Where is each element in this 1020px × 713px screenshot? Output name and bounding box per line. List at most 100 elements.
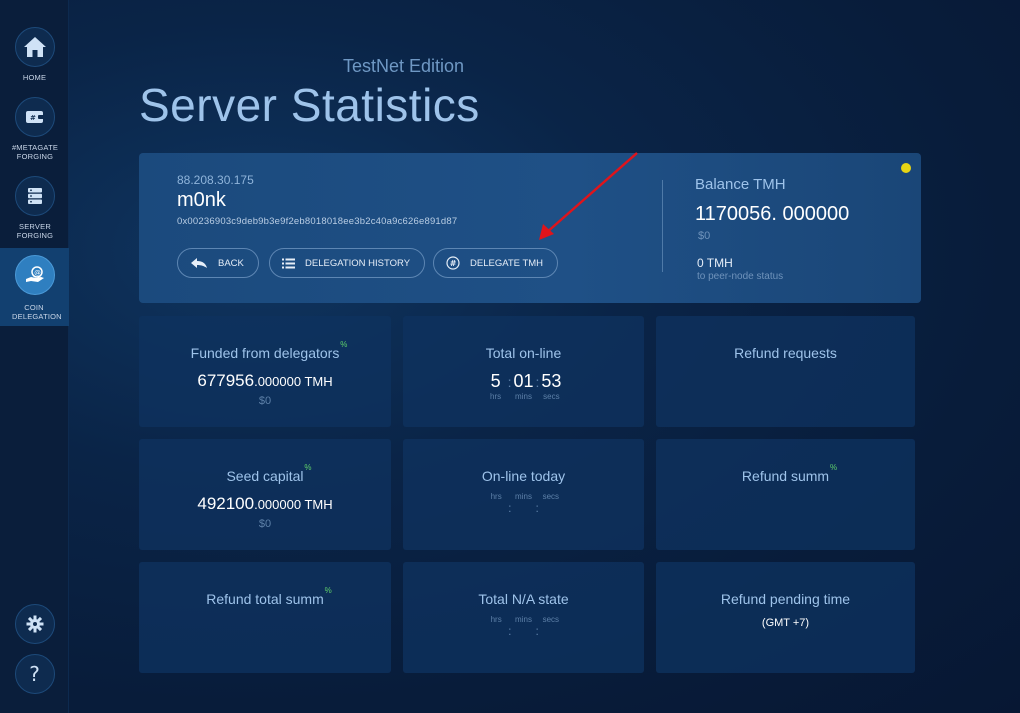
svg-text:#: # (450, 259, 457, 268)
balance-usd: $0 (698, 230, 711, 242)
status-indicator (901, 163, 911, 173)
home-icon-circle (14, 27, 55, 67)
tile-title: Refund total summ (206, 591, 324, 607)
seconds-label: secs (542, 615, 560, 624)
hours-label: hrs (490, 492, 502, 501)
timer-minutes: mins (512, 492, 536, 501)
tile-usd: $0 (258, 518, 272, 530)
timer-hours: hrs (484, 615, 508, 624)
minutes-value: 01 (513, 371, 534, 391)
amount-integer: 492100 (197, 494, 255, 513)
gear-icon (26, 615, 43, 633)
sidebar-item-metagate-forging[interactable]: # #METAGATE FORGING (0, 97, 69, 161)
timer-minutes: 01 mins (512, 371, 536, 401)
back-button-label: BACK (218, 257, 244, 269)
peer-node-label: to peer-node status (697, 271, 784, 282)
tile-title: Refund pending time (720, 591, 851, 607)
tile-funded-from-delegators: Funded from delegators% 677956.000000 TM… (139, 316, 391, 427)
timer-separator: : (535, 501, 539, 515)
hours-label: hrs (490, 392, 502, 401)
coin-hand-icon: @ (25, 266, 44, 282)
timer: hrs : mins : secs (403, 615, 644, 640)
tile-title-wrap: Funded from delegators% (191, 340, 348, 361)
coin-hand-icon-circle: @ (14, 255, 55, 295)
percent-mark: % (324, 586, 332, 595)
peer-node-value: 0 TMH (697, 256, 733, 270)
server-name: m0nk (177, 189, 226, 211)
server-icon (27, 188, 42, 204)
percent-mark: % (340, 340, 348, 349)
tile-total-na-state: Total N/A state hrs : mins : secs (403, 562, 644, 673)
timer-seconds: 53 secs (539, 371, 563, 401)
tile-title: Seed capital (226, 468, 304, 484)
timer-hours: hrs (484, 492, 508, 501)
balance-value: 1170056. 000000 (695, 203, 850, 225)
delegation-history-label: DELEGATION HISTORY (305, 257, 411, 269)
minutes-label: mins (515, 615, 532, 624)
question-icon: ? (29, 662, 40, 686)
page-title: Server Statistics (139, 79, 480, 131)
amount-integer: 677956 (197, 371, 255, 390)
list-icon (282, 258, 295, 269)
minutes-label: mins (515, 392, 532, 401)
delegate-tmh-button[interactable]: # DELEGATE TMH (433, 248, 559, 278)
hours-value: 5 (490, 371, 501, 391)
tile-amount: 677956.000000 TMH (139, 371, 391, 391)
edition-label: TestNet Edition (343, 56, 465, 76)
seconds-label: secs (542, 492, 560, 501)
sidebar-item-label: SERVER FORGING (16, 222, 54, 240)
sidebar: HOME # #METAGATE FORGING SERVER FORGING (0, 0, 69, 713)
timer: hrs : mins : secs (403, 492, 644, 517)
minutes-label: mins (515, 492, 532, 501)
tile-title: Total on-line (485, 345, 562, 361)
tile-title-wrap: Seed capital% (226, 463, 311, 484)
annotation-arrow (539, 152, 638, 240)
timer-seconds: secs (539, 615, 563, 624)
tile-amount: 492100.000000 TMH (139, 494, 391, 514)
tile-title: Refund requests (734, 345, 837, 361)
tile-refund-pending-time: Refund pending time (GMT +7) (656, 562, 915, 673)
tile-title: Total N/A state (478, 591, 569, 607)
server-ip: 88.208.30.175 (177, 173, 254, 187)
timer-hours: 5 hrs (484, 371, 508, 401)
timezone-label: (GMT +7) (761, 617, 810, 629)
amount-rest: .000000 TMH (254, 497, 333, 512)
amount-rest: .000000 TMH (254, 374, 333, 389)
tile-title-wrap: Refund summ% (741, 463, 837, 484)
sidebar-item-coin-delegation[interactable]: @ COIN DELEGATION (0, 248, 69, 326)
tile-seed-capital: Seed capital% 492100.000000 TMH $0 (139, 439, 391, 550)
sidebar-item-home[interactable]: HOME (0, 27, 69, 82)
home-icon (23, 37, 46, 57)
delegation-history-button[interactable]: DELEGATION HISTORY (269, 248, 426, 278)
svg-text:#: # (30, 114, 36, 122)
timer-seconds: secs (539, 492, 563, 501)
svg-text:@: @ (34, 269, 41, 277)
tile-total-online: Total on-line 5 hrs : 01 mins : 53 secs (403, 316, 644, 427)
back-arrow-icon (190, 257, 208, 269)
tile-usd: $0 (258, 395, 272, 407)
seconds-label: secs (543, 392, 560, 401)
settings-button[interactable] (0, 604, 69, 644)
sidebar-item-server-forging[interactable]: SERVER FORGING (0, 176, 69, 240)
sidebar-item-label: HOME (22, 73, 47, 82)
timer-separator: : (535, 624, 539, 638)
tile-title-wrap: Refund total summ% (206, 586, 332, 607)
percent-mark: % (829, 463, 838, 472)
timer-minutes: mins (512, 615, 536, 624)
delegate-tmh-label: DELEGATE TMH (470, 257, 544, 269)
timer-separator: : (508, 501, 512, 515)
tile-title: Refund summ (741, 468, 830, 484)
server-address: 0x00236903c9deb9b3e9f2eb8018018ee3b2c40a… (177, 216, 458, 227)
tile-title: On-line today (481, 468, 566, 484)
timer: 5 hrs : 01 mins : 53 secs (403, 371, 644, 401)
hours-label: hrs (490, 615, 502, 624)
tile-refund-total-summ: Refund total summ% (139, 562, 391, 673)
card-divider (662, 180, 663, 272)
back-button[interactable]: BACK (177, 248, 259, 278)
sidebar-item-label: COIN DELEGATION (12, 303, 62, 321)
timer-separator: : (508, 624, 512, 638)
server-icon-circle (14, 176, 55, 216)
balance-label: Balance TMH (695, 176, 786, 193)
sidebar-item-label: #METAGATE FORGING (11, 143, 59, 161)
help-button[interactable]: ? (0, 654, 69, 694)
